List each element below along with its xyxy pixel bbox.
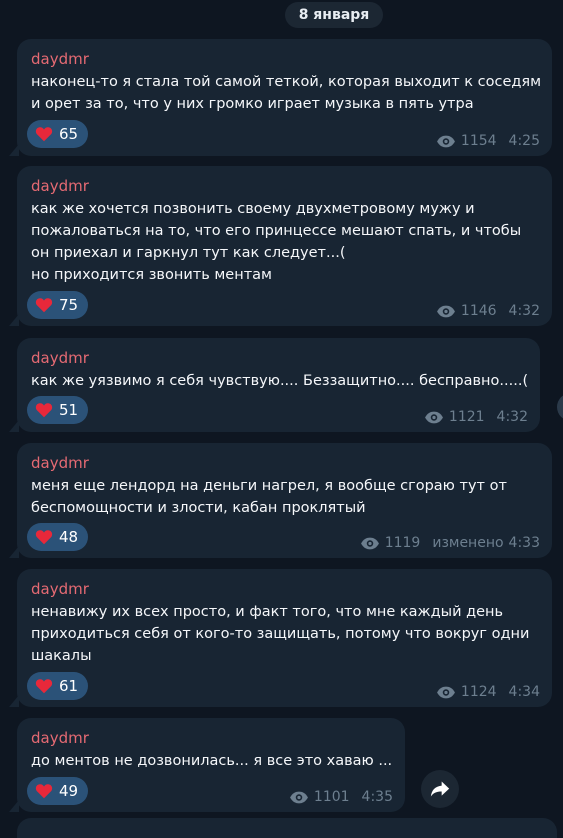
share-arrow-icon	[430, 781, 450, 797]
view-count: 1119	[384, 535, 421, 551]
next-message-edge	[17, 818, 557, 838]
heart-icon	[35, 403, 53, 418]
heart-icon	[35, 127, 53, 142]
heart-icon	[35, 679, 53, 694]
bubble-tail	[9, 695, 19, 707]
message-time: 4:34	[508, 684, 540, 700]
reaction-count: 61	[59, 677, 79, 695]
bubble-tail	[9, 144, 19, 156]
message-text: ненавижу их всех просто, и факт того, чт…	[31, 604, 530, 664]
message-meta: 1101 4:35	[289, 788, 393, 806]
share-button[interactable]	[421, 770, 459, 808]
date-separator[interactable]: 8 января	[285, 2, 383, 28]
message-text: наконец-то я стала той самой теткой, кот…	[31, 74, 542, 112]
reaction-button[interactable]: 65	[27, 120, 89, 148]
message-time: 4:33	[508, 535, 540, 551]
message-meta: 1146 4:32	[436, 302, 540, 320]
reaction-count: 48	[59, 528, 79, 546]
message-time: 4:25	[508, 133, 540, 149]
message-text: меня еще лендорд на деньги нагрел, я воо…	[31, 478, 507, 516]
eye-icon	[436, 305, 455, 317]
message-author[interactable]: daydmr	[31, 579, 89, 599]
eye-icon	[436, 686, 455, 698]
eye-icon	[360, 537, 379, 549]
message-author[interactable]: daydmr	[31, 176, 89, 196]
message-author[interactable]: daydmr	[31, 49, 89, 69]
heart-icon	[35, 530, 53, 545]
heart-icon	[35, 784, 53, 799]
reaction-count: 51	[59, 401, 79, 419]
message-meta: 1121 4:32	[424, 408, 528, 426]
eye-icon	[424, 411, 443, 423]
reaction-count: 49	[59, 782, 79, 800]
view-count: 1121	[448, 409, 485, 425]
eye-icon	[289, 791, 308, 803]
message-meta: 1119 изменено 4:33	[360, 534, 540, 552]
message-bubble[interactable]: daydmr наконец-то я стала той самой тетк…	[9, 39, 552, 156]
bubble-tail	[9, 800, 19, 812]
message-text: как же хочется позвонить своему двухметр…	[31, 201, 522, 283]
message-meta: 1154 4:25	[436, 132, 540, 150]
message-author[interactable]: daydmr	[31, 453, 89, 473]
message-author[interactable]: daydmr	[31, 348, 89, 368]
message-bubble[interactable]: daydmr как же уязвимо я себя чувствую...…	[9, 338, 540, 432]
reaction-button[interactable]: 49	[27, 777, 89, 805]
message-text: до ментов не дозвонилась... я все это ха…	[31, 753, 393, 769]
message-time: 4:32	[496, 409, 528, 425]
message-time: 4:35	[361, 789, 393, 805]
view-count: 1146	[460, 303, 497, 319]
bubble-tail	[9, 314, 19, 326]
view-count: 1154	[460, 133, 497, 149]
bubble-tail	[9, 546, 19, 558]
scroll-down-handle[interactable]	[557, 393, 563, 421]
reaction-count: 65	[59, 125, 79, 143]
reaction-button[interactable]: 75	[27, 291, 89, 319]
message-author[interactable]: daydmr	[31, 728, 89, 748]
reaction-button[interactable]: 51	[27, 396, 89, 424]
reaction-button[interactable]: 61	[27, 672, 89, 700]
message-bubble[interactable]: daydmr меня еще лендорд на деньги нагрел…	[9, 443, 552, 558]
message-time: 4:32	[508, 303, 540, 319]
heart-icon	[35, 298, 53, 313]
message-bubble[interactable]: daydmr ненавижу их всех просто, и факт т…	[9, 569, 552, 707]
message-bubble[interactable]: daydmr как же хочется позвонить своему д…	[9, 166, 552, 326]
message-meta: 1124 4:34	[436, 683, 540, 701]
eye-icon	[436, 135, 455, 147]
view-count: 1124	[460, 684, 497, 700]
edited-label: изменено	[432, 535, 504, 551]
reaction-count: 75	[59, 296, 79, 314]
bubble-tail	[9, 420, 19, 432]
reaction-button[interactable]: 48	[27, 523, 89, 551]
message-bubble[interactable]: daydmr до ментов не дозвонилась... я все…	[9, 718, 405, 812]
message-text: как же уязвимо я себя чувствую.... Безза…	[31, 373, 529, 389]
view-count: 1101	[313, 789, 350, 805]
